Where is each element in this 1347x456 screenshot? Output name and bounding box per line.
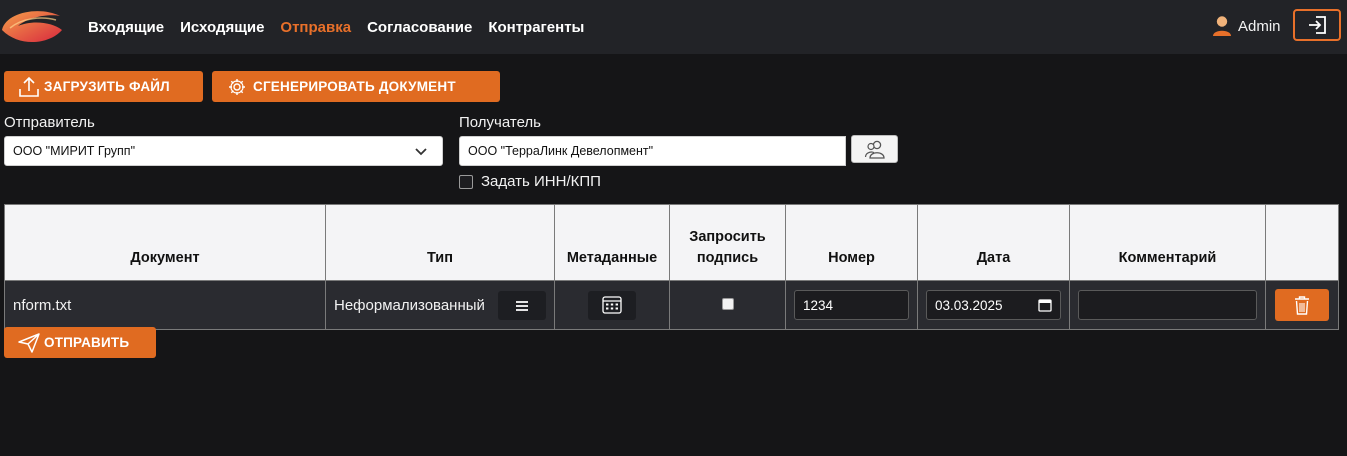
recipient-input[interactable]: ООО "ТерраЛинк Девелопмент" [459, 136, 846, 166]
generate-document-button[interactable]: СГЕНЕРИРОВАТЬ ДОКУМЕНТ [212, 71, 500, 102]
document-type: Неформализованный [334, 296, 485, 314]
user-name: Admin [1238, 17, 1281, 35]
table-header-row: Документ Тип Метаданные Запросить подпис… [4, 204, 1339, 281]
upload-file-label: ЗАГРУЗИТЬ ФАЙЛ [44, 79, 170, 94]
date-value: 03.03.2025 [935, 297, 1003, 313]
column-header-metadata: Метаданные [554, 204, 670, 281]
send-button[interactable]: ОТПРАВИТЬ [4, 327, 156, 358]
calendar-icon[interactable] [1038, 298, 1052, 312]
inn-kpp-checkbox[interactable] [459, 174, 473, 189]
comment-input[interactable] [1078, 290, 1257, 320]
column-header-request-signature: Запросить подпись [669, 204, 786, 281]
upload-icon [19, 76, 39, 97]
date-input[interactable]: 03.03.2025 [926, 290, 1061, 320]
column-header-document: Документ [4, 204, 326, 281]
nav-item-incoming[interactable]: Входящие [88, 19, 164, 36]
menu-icon [516, 300, 528, 311]
choose-recipient-button[interactable] [851, 135, 898, 163]
recipient-value: ООО "ТерраЛинк Девелопмент" [468, 144, 654, 158]
nav-item-approval[interactable]: Согласование [367, 19, 472, 36]
type-menu-button[interactable] [498, 291, 546, 320]
document-cell: nform.txt [4, 280, 326, 330]
metadata-button[interactable] [588, 290, 636, 320]
user-menu[interactable]: Admin [1212, 15, 1281, 37]
documents-table: Документ Тип Метаданные Запросить подпис… [4, 204, 1339, 330]
number-value: 1234 [803, 297, 834, 313]
sender-select[interactable]: ООО "МИРИТ Групп" [4, 136, 443, 166]
type-cell: Неформализованный [325, 280, 555, 330]
metadata-cell [554, 280, 670, 330]
main-nav: Входящие Исходящие Отправка Согласование… [88, 0, 600, 54]
upload-file-button[interactable]: ЗАГРУЗИТЬ ФАЙЛ [4, 71, 203, 102]
paper-plane-icon [18, 332, 40, 353]
nav-item-sending[interactable]: Отправка [280, 19, 351, 36]
table-row: nform.txt Неформализованный 1234 03.03.2… [4, 280, 1339, 330]
request-signature-checkbox[interactable] [721, 297, 734, 310]
generate-document-label: СГЕНЕРИРОВАТЬ ДОКУМЕНТ [253, 79, 456, 94]
inn-kpp-label: Задать ИНН/КПП [481, 173, 601, 190]
recipient-label: Получатель [459, 114, 541, 131]
column-header-type: Тип [325, 204, 555, 281]
chevron-down-icon [415, 148, 427, 156]
inn-kpp-toggle[interactable]: Задать ИНН/КПП [459, 173, 601, 190]
delete-row-button[interactable] [1275, 289, 1329, 321]
trash-icon [1295, 296, 1309, 315]
sender-label: Отправитель [4, 114, 95, 131]
number-cell: 1234 [785, 280, 918, 330]
date-cell: 03.03.2025 [917, 280, 1070, 330]
user-avatar-icon [1213, 16, 1231, 36]
top-navigation-bar: Входящие Исходящие Отправка Согласование… [0, 0, 1347, 54]
contacts-icon [864, 140, 885, 159]
document-filename: nform.txt [13, 296, 72, 314]
sender-value: ООО "МИРИТ Групп" [13, 144, 136, 158]
gear-icon [229, 78, 245, 95]
logout-button[interactable] [1293, 9, 1341, 41]
number-input[interactable]: 1234 [794, 290, 909, 320]
nav-item-outgoing[interactable]: Исходящие [180, 19, 264, 36]
column-header-date: Дата [917, 204, 1070, 281]
calendar-grid-icon [602, 296, 622, 314]
send-label: ОТПРАВИТЬ [44, 335, 130, 350]
comment-cell [1069, 280, 1266, 330]
brand-logo-icon[interactable] [0, 4, 66, 48]
actions-cell [1265, 280, 1339, 330]
nav-item-counterparties[interactable]: Контрагенты [488, 19, 584, 36]
column-header-comment: Комментарий [1069, 204, 1266, 281]
request-signature-cell [669, 280, 786, 330]
column-header-actions [1265, 204, 1339, 281]
column-header-number: Номер [785, 204, 918, 281]
logout-icon [1309, 16, 1326, 34]
